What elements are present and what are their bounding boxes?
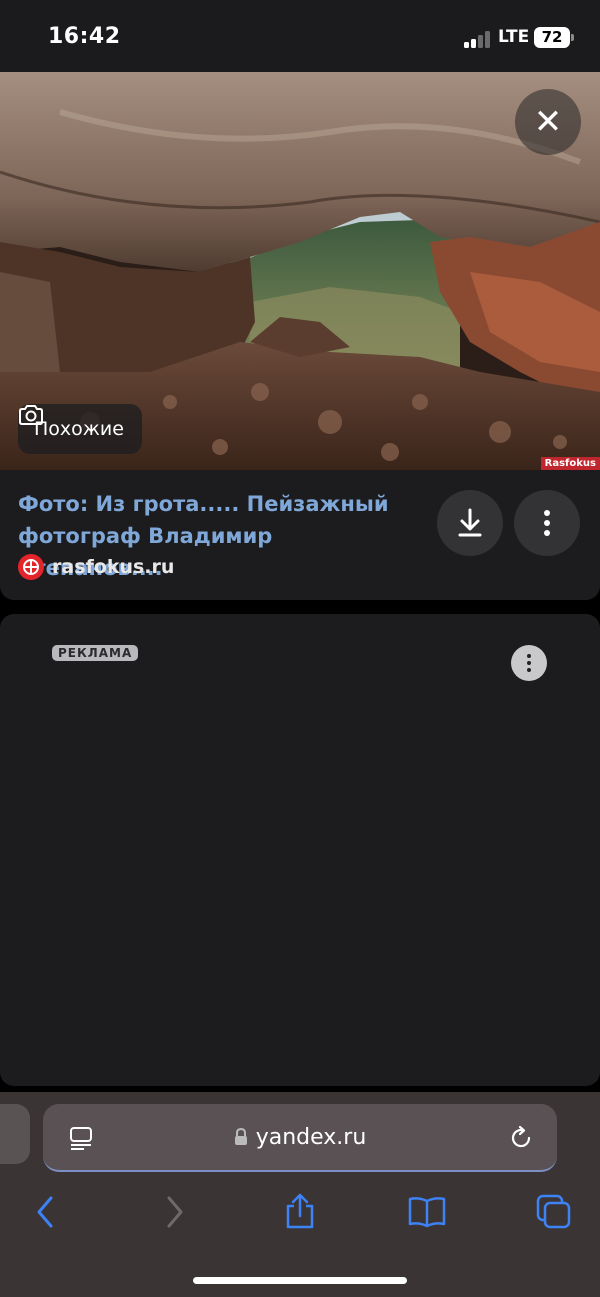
ad-card: РЕКЛАМА (0, 614, 600, 1086)
previous-tab-preview[interactable] (0, 1104, 30, 1164)
tabs-icon (536, 1194, 571, 1229)
camera-search-icon (19, 405, 43, 425)
download-icon (458, 508, 482, 537)
close-button[interactable]: ✕ (515, 89, 581, 155)
similar-label: Похожие (34, 418, 124, 440)
more-icon (544, 510, 550, 536)
back-button[interactable] (30, 1192, 60, 1232)
battery-indicator: 72 (534, 27, 574, 48)
photo-viewer[interactable]: ✕ Похожие Rasfokus (0, 72, 600, 470)
tabs-button[interactable] (534, 1192, 574, 1232)
close-icon: ✕ (533, 102, 563, 142)
address-bar[interactable]: yandex.ru (43, 1104, 557, 1172)
ad-more-button[interactable] (511, 645, 547, 681)
source-domain: rasfokus.ru (52, 556, 175, 578)
home-indicator[interactable] (193, 1277, 407, 1284)
source-logo-icon (18, 554, 44, 580)
status-time: 16:42 (48, 24, 121, 49)
status-bar: 16:42 LTE 72 (0, 0, 600, 72)
network-type: LTE (498, 27, 530, 47)
bookmarks-button[interactable] (406, 1192, 448, 1232)
signal-icon (464, 30, 492, 48)
result-info-card: Фото: Из грота..... Пейзажный фотограф В… (0, 470, 600, 600)
download-button[interactable] (437, 490, 503, 556)
similar-button[interactable]: Похожие (18, 404, 142, 454)
url-text: yandex.ru (255, 1124, 367, 1150)
lock-icon (234, 1128, 247, 1145)
reload-icon[interactable] (507, 1124, 535, 1152)
forward-button[interactable] (160, 1192, 190, 1232)
watermark: Rasfokus (540, 457, 600, 470)
bookmarks-icon (408, 1197, 446, 1228)
share-icon (286, 1193, 314, 1229)
forward-icon (167, 1196, 183, 1228)
more-button[interactable] (514, 490, 580, 556)
back-icon (37, 1196, 53, 1228)
ad-label: РЕКЛАМА (52, 645, 139, 661)
share-button[interactable] (282, 1190, 318, 1232)
browser-toolbar: yandex.ru (0, 1092, 600, 1297)
result-source[interactable]: rasfokus.ru (18, 554, 174, 580)
